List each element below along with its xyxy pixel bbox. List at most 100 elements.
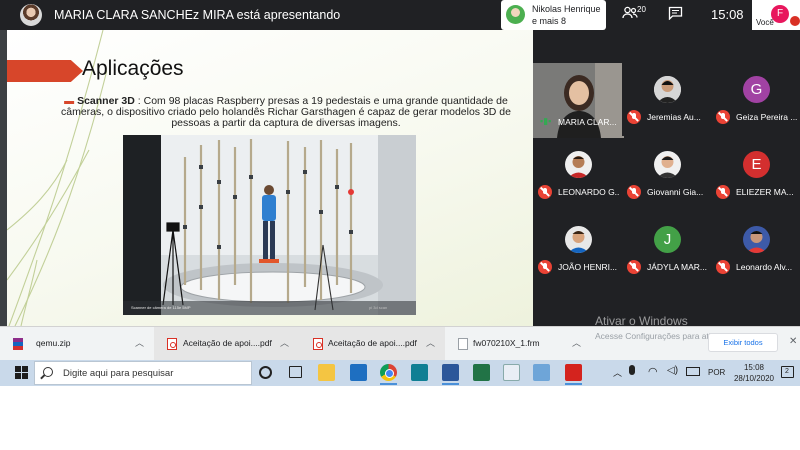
mic-off-icon — [716, 110, 730, 124]
participant-tile[interactable]: E ELIEZER MA... — [711, 138, 800, 211]
title-arrow-shape — [7, 60, 83, 82]
speaking-indicator-icon: ▪▮▪ — [540, 116, 552, 126]
mic-off-icon — [790, 16, 800, 26]
language-indicator[interactable]: POR — [708, 368, 725, 377]
mail-icon[interactable] — [350, 364, 367, 381]
avatar: G — [743, 76, 770, 103]
chevron-up-icon[interactable]: ︿ — [135, 336, 144, 349]
participant-name: MARIA CLAR... — [558, 117, 617, 127]
download-item[interactable]: fw070210X_1.frm ︿ — [445, 327, 591, 361]
taskbar-time: 15:08 — [743, 363, 765, 372]
show-all-downloads-button[interactable]: Exibir todos — [708, 333, 778, 352]
search-icon — [43, 367, 53, 377]
pinned-name: Nikolas Henrique — [532, 4, 601, 14]
participant-name: Geiza Pereira ... — [736, 112, 798, 122]
participant-count: 20 — [637, 5, 646, 14]
download-item[interactable]: qemu.zip ︿ — [0, 327, 154, 361]
participant-tile[interactable]: LEONARDO G... — [533, 138, 622, 211]
network-icon[interactable]: ◠ — [648, 365, 658, 378]
photo-caption: Scanner de câmera de 115e 5MP — [131, 305, 191, 310]
chevron-up-icon[interactable]: ︿ — [280, 336, 289, 349]
pinned-participants-card[interactable]: Nikolas Henrique e mais 8 — [501, 0, 606, 30]
file-explorer-icon[interactable] — [318, 364, 335, 381]
pdf-file-icon — [313, 338, 323, 350]
self-label: Você — [756, 18, 774, 27]
photo-watermark: pi 3d scan — [369, 305, 388, 310]
battery-icon[interactable] — [686, 367, 700, 376]
close-icon[interactable]: ✕ — [789, 336, 797, 347]
presentation-area: Aplicações ▬ Scanner 3D : Com 98 placas … — [0, 30, 533, 326]
participant-tile[interactable]: J JÁDYLA MAR... — [622, 213, 711, 286]
avatar — [654, 151, 681, 178]
task-view-icon[interactable] — [289, 366, 302, 378]
downloads-bar: qemu.zip ︿ Aceitação de apoi....pdf ︿ Ac… — [0, 326, 800, 361]
participant-name: JOÃO HENRI... — [558, 262, 618, 272]
mic-off-icon — [716, 260, 730, 274]
download-item[interactable]: Aceitação de apoi....pdf ︿ — [300, 327, 445, 361]
notepad-icon[interactable] — [533, 364, 550, 381]
participant-tile[interactable]: ▪▮▪ MARIA CLAR... — [533, 63, 624, 138]
pinned-participants-label: Nikolas Henrique e mais 8 — [532, 3, 601, 27]
participant-tile[interactable]: G Geiza Pereira ... — [711, 63, 800, 136]
scanner-photo-image — [123, 135, 416, 315]
scanner-photo: Scanner de câmera de 115e 5MP pi 3d scan — [123, 135, 416, 315]
volume-icon[interactable]: ◁) — [667, 365, 678, 376]
chat-icon[interactable] — [668, 6, 683, 23]
windows-start-icon[interactable] — [8, 363, 34, 383]
mic-off-icon — [716, 185, 730, 199]
slide-bullet: ▬ Scanner 3D : Com 98 placas Raspberry p… — [53, 96, 519, 129]
notification-icon[interactable]: 2 — [781, 366, 794, 378]
mic-off-icon — [538, 185, 552, 199]
tray-expand-icon[interactable]: ︿ — [613, 366, 622, 379]
participant-name: JÁDYLA MAR... — [647, 262, 707, 272]
avatar — [506, 5, 525, 24]
taskbar-clock[interactable]: 15:08 28/10/2020 — [733, 362, 775, 384]
meeting-clock: 15:08 — [711, 7, 744, 22]
download-filename: Aceitação de apoi....pdf — [183, 338, 272, 348]
acrobat-icon[interactable] — [565, 364, 582, 385]
avatar: E — [743, 151, 770, 178]
cortana-icon[interactable] — [259, 366, 272, 379]
microphone-icon[interactable] — [629, 365, 635, 375]
chevron-up-icon[interactable]: ︿ — [572, 336, 581, 349]
mic-off-icon — [538, 260, 552, 274]
paint-icon[interactable] — [503, 364, 520, 381]
participant-name: Jeremias Au... — [647, 112, 701, 122]
participant-name: Giovanni Gia... — [647, 187, 704, 197]
pdf-file-icon — [167, 338, 177, 350]
participant-tile[interactable]: Giovanni Gia... — [622, 138, 711, 211]
meet-top-bar: MARIA CLARA SANCHEz MIRA está apresentan… — [0, 0, 800, 30]
slide: Aplicações ▬ Scanner 3D : Com 98 placas … — [7, 30, 533, 326]
notification-count: 2 — [785, 368, 789, 375]
participant-tile[interactable]: Leonardo Alv... — [711, 213, 800, 286]
chevron-up-icon[interactable]: ︿ — [426, 336, 435, 349]
taskbar-date: 28/10/2020 — [733, 374, 775, 383]
taskbar-search-box[interactable]: Digite aqui para pesquisar — [34, 361, 252, 385]
download-filename: qemu.zip — [36, 338, 71, 348]
avatar — [565, 226, 592, 253]
participant-grid: ▪▮▪ MARIA CLAR... Jeremias Au... G Geiza… — [533, 30, 800, 326]
screen: MARIA CLARA SANCHEz MIRA está apresentan… — [0, 0, 800, 450]
download-filename: Aceitação de apoi....pdf — [328, 338, 417, 348]
slide-title: Aplicações — [82, 57, 184, 80]
people-icon[interactable] — [622, 6, 638, 23]
word-icon[interactable] — [442, 364, 459, 385]
participant-tile[interactable]: Jeremias Au... — [622, 63, 711, 136]
participant-name: LEONARDO G... — [558, 187, 620, 197]
download-item[interactable]: Aceitação de apoi....pdf ︿ — [154, 327, 300, 361]
avatar — [743, 226, 770, 253]
excel-icon[interactable] — [473, 364, 490, 381]
taskbar: Digite aqui para pesquisar ︿ ◠ ◁) POR 15… — [0, 360, 800, 386]
chrome-icon[interactable] — [380, 364, 397, 385]
participant-name: ELIEZER MA... — [736, 187, 794, 197]
presenter-title: MARIA CLARA SANCHEz MIRA está apresentan… — [54, 8, 341, 22]
mic-off-icon — [627, 260, 641, 274]
search-placeholder: Digite aqui para pesquisar — [63, 368, 174, 379]
self-view-tile[interactable]: F Você — [752, 0, 800, 30]
avatar — [654, 76, 681, 103]
participant-tile[interactable]: JOÃO HENRI... — [533, 213, 622, 286]
download-filename: fw070210X_1.frm — [473, 338, 540, 348]
mic-off-icon — [627, 110, 641, 124]
mic-off-icon — [627, 185, 641, 199]
teams-icon[interactable] — [411, 364, 428, 381]
